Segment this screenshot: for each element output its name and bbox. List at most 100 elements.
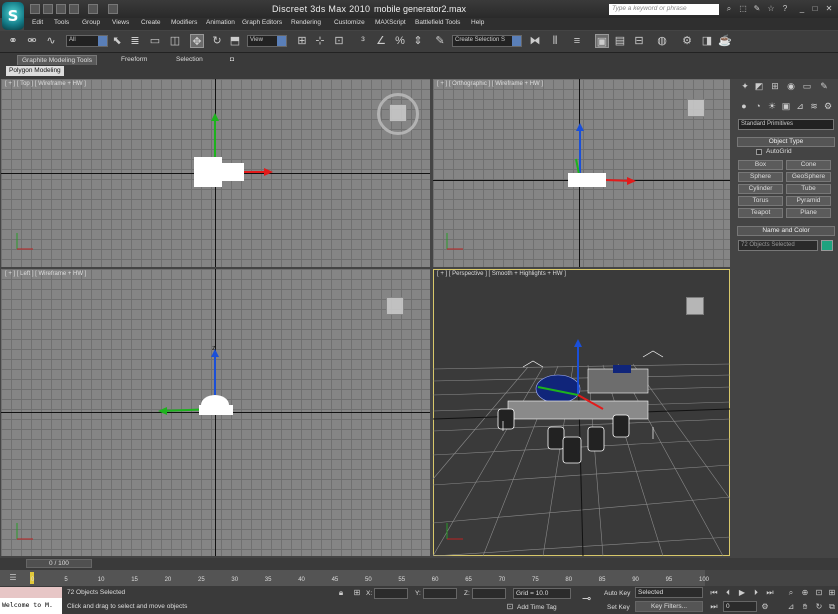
- primitive-type-dropdown[interactable]: Standard Primitives: [738, 119, 834, 130]
- redo-icon[interactable]: [88, 4, 98, 14]
- lights-icon[interactable]: ☀: [766, 101, 778, 113]
- y-coordinate-field[interactable]: [423, 588, 457, 599]
- viewport-orthographic[interactable]: [ + ] [ Orthographic ] [ Wireframe + HW …: [433, 79, 730, 267]
- set-key-button[interactable]: Set Key: [607, 604, 630, 611]
- object-top-wireframe[interactable]: [186, 109, 276, 189]
- menu-battlefield-tools[interactable]: Battlefield Tools: [415, 19, 460, 26]
- object-color-swatch[interactable]: [821, 240, 833, 251]
- save-file-icon[interactable]: [56, 4, 66, 14]
- autogrid-checkbox[interactable]: [756, 149, 762, 155]
- close-icon[interactable]: ✕: [824, 4, 834, 14]
- pan-view-icon[interactable]: ✋︎: [800, 602, 810, 612]
- reference-coordinate-dropdown[interactable]: View: [247, 35, 287, 47]
- object-name-field[interactable]: 72 Objects Selected: [738, 240, 818, 251]
- teapot-button[interactable]: Teapot: [738, 208, 783, 218]
- render-teapot-icon[interactable]: ☕: [718, 34, 732, 48]
- menu-create[interactable]: Create: [141, 19, 161, 26]
- cylinder-button[interactable]: Cylinder: [738, 184, 783, 194]
- rollout-name-and-color[interactable]: Name and Color: [737, 226, 835, 236]
- zoom-extents-icon[interactable]: ⊡: [814, 588, 824, 598]
- add-time-tag[interactable]: Add Time Tag: [517, 604, 557, 611]
- snap-toggle-icon[interactable]: ³: [356, 34, 370, 48]
- select-by-name-icon[interactable]: ≣: [128, 34, 142, 48]
- add-time-tag-icon[interactable]: ⊡: [505, 602, 515, 612]
- pyramid-button[interactable]: Pyramid: [786, 196, 831, 206]
- viewcube-icon[interactable]: [377, 289, 419, 331]
- viewport-label-orthographic[interactable]: [ + ] [ Orthographic ] [ Wireframe + HW …: [437, 81, 543, 87]
- manipulate-icon[interactable]: ⊹: [313, 34, 327, 48]
- next-frame-icon[interactable]: ⏵: [751, 588, 761, 598]
- go-to-start-icon[interactable]: ⏮: [709, 588, 719, 598]
- render-setup-icon[interactable]: ⚙: [680, 34, 694, 48]
- search-input[interactable]: Type a keyword or phrase: [609, 4, 719, 15]
- selection-filter-dropdown[interactable]: All: [66, 35, 108, 47]
- mini-curve-editor-icon[interactable]: ☰: [8, 573, 18, 583]
- maxscript-listener[interactable]: Welcome to M.: [0, 598, 62, 614]
- previous-frame-icon[interactable]: ⏴: [723, 588, 733, 598]
- torus-button[interactable]: Torus: [738, 196, 783, 206]
- minimize-icon[interactable]: _: [797, 4, 807, 14]
- geometry-icon[interactable]: ●: [738, 101, 750, 113]
- rollout-object-type[interactable]: Object Type: [737, 137, 835, 147]
- graphite-toggle-icon[interactable]: ▣: [595, 34, 609, 48]
- menu-group[interactable]: Group: [82, 19, 100, 26]
- hierarchy-tab-icon[interactable]: ⊞: [769, 81, 781, 93]
- utilities-tab-icon[interactable]: ✎: [818, 81, 830, 93]
- motion-tab-icon[interactable]: ◉: [785, 81, 797, 93]
- cone-button[interactable]: Cone: [786, 160, 831, 170]
- menu-tools[interactable]: Tools: [54, 19, 69, 26]
- binoculars-icon[interactable]: ⌕: [724, 4, 734, 14]
- go-to-end-icon[interactable]: ⏭: [765, 588, 775, 598]
- maximize-viewport-icon[interactable]: ⧉: [827, 602, 837, 612]
- geosphere-button[interactable]: GeoSphere: [786, 172, 831, 182]
- mobile-generator-model[interactable]: [493, 339, 673, 469]
- angle-snap-icon[interactable]: ∠: [374, 34, 388, 48]
- sphere-button[interactable]: Sphere: [738, 172, 783, 182]
- subscription-icon[interactable]: ⬚: [738, 4, 748, 14]
- menu-rendering[interactable]: Rendering: [291, 19, 321, 26]
- communication-icon[interactable]: ✎: [752, 4, 762, 14]
- open-file-icon[interactable]: [43, 4, 53, 14]
- z-coordinate-field[interactable]: [472, 588, 506, 599]
- time-config-icon[interactable]: ⚙: [760, 602, 770, 612]
- align-icon[interactable]: ⫴: [548, 34, 562, 48]
- keyboard-shortcut-icon[interactable]: ⊡: [332, 34, 346, 48]
- undo-icon[interactable]: [69, 4, 79, 14]
- window-crossing-icon[interactable]: ◫: [168, 34, 182, 48]
- absolute-mode-icon[interactable]: ⊞: [352, 588, 362, 598]
- ribbon-options-icon[interactable]: ◘: [226, 55, 238, 65]
- box-button[interactable]: Box: [738, 160, 783, 170]
- viewcube-icon[interactable]: [377, 93, 419, 135]
- object-left-wireframe[interactable]: z: [151, 339, 241, 424]
- time-slider[interactable]: 0 / 100: [26, 559, 92, 568]
- key-selection-dropdown[interactable]: Selected: [635, 587, 703, 598]
- key-filters-button[interactable]: Key Filters...: [635, 601, 703, 612]
- pivot-center-icon[interactable]: ⊞: [295, 34, 309, 48]
- menu-modifiers[interactable]: Modifiers: [171, 19, 197, 26]
- helpers-icon[interactable]: ⊿: [794, 101, 806, 113]
- menu-customize[interactable]: Customize: [334, 19, 365, 26]
- material-editor-icon[interactable]: ◍: [655, 34, 669, 48]
- plane-button[interactable]: Plane: [786, 208, 831, 218]
- select-and-move-icon[interactable]: ✥: [190, 34, 204, 48]
- modify-tab-icon[interactable]: ◩: [753, 81, 765, 93]
- project-folder-icon[interactable]: [108, 4, 118, 14]
- app-logo-icon[interactable]: S: [2, 2, 24, 30]
- orbit-icon[interactable]: ↻: [814, 602, 824, 612]
- lock-selection-icon[interactable]: 🔒︎: [336, 588, 346, 598]
- systems-icon[interactable]: ⚙: [822, 101, 834, 113]
- auto-key-button[interactable]: Auto Key: [604, 590, 630, 597]
- tube-button[interactable]: Tube: [786, 184, 831, 194]
- viewport-label-top[interactable]: [ + ] [ Top ] [ Wireframe + HW ]: [5, 81, 86, 87]
- tab-freeform[interactable]: Freeform: [117, 55, 151, 65]
- menu-animation[interactable]: Animation: [206, 19, 235, 26]
- shapes-icon[interactable]: ◔: [752, 101, 764, 113]
- key-icon[interactable]: ⊸: [582, 592, 591, 605]
- viewport-label-left[interactable]: [ + ] [ Left ] [ Wireframe + HW ]: [5, 271, 86, 277]
- viewport-left[interactable]: [ + ] [ Left ] [ Wireframe + HW ] z: [1, 269, 430, 556]
- named-selection-dropdown[interactable]: Create Selection S: [452, 35, 522, 47]
- layer-manager-icon[interactable]: ≡: [570, 34, 584, 48]
- object-ortho-wireframe[interactable]: [558, 119, 648, 189]
- zoom-extents-all-icon[interactable]: ⊞: [827, 588, 837, 598]
- space-warps-icon[interactable]: ≋: [808, 101, 820, 113]
